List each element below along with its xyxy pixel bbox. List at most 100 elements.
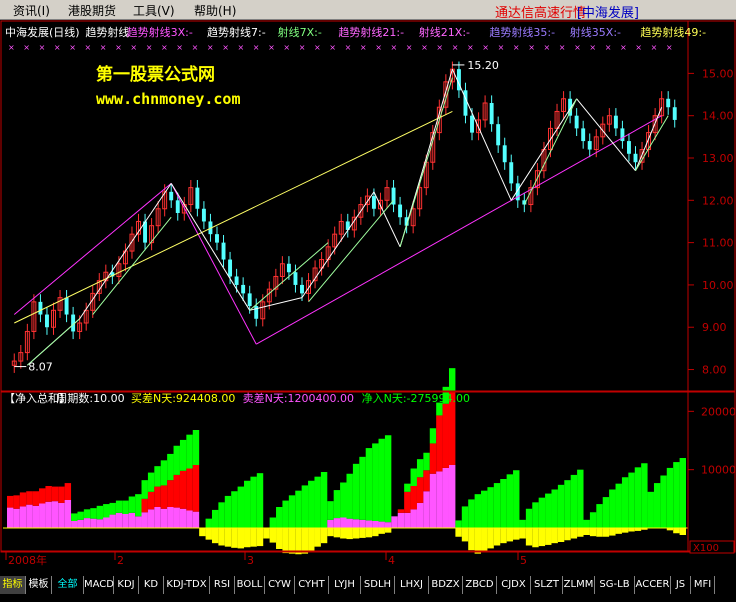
signal-marker: × — [222, 43, 229, 52]
stock-chart[interactable]: 15.20 8.07 8.00 9.00 10.00 11.00 12.00 13.00 14… — [0, 20, 736, 576]
flow-bar-segment — [51, 501, 59, 528]
signal-marker: × — [605, 43, 612, 52]
signal-marker: × — [130, 43, 137, 52]
flow-bar-negative — [199, 528, 206, 537]
indicator-tab[interactable]: MFI — [691, 576, 715, 594]
flow-bar-segment — [7, 507, 14, 528]
signal-marker: × — [528, 43, 535, 52]
candle-down — [496, 124, 501, 146]
indicator-tab[interactable]: BDZX — [429, 576, 463, 594]
menu-item-hk-futures[interactable]: 港股期货 — [68, 2, 116, 19]
indicator-tab[interactable]: 模板 — [26, 576, 52, 594]
price-tick-label: 15.00 — [702, 67, 734, 80]
flow-bar-negative — [525, 528, 533, 546]
candle-down — [581, 128, 586, 142]
indicator-tab[interactable]: RSI — [210, 576, 235, 594]
security-name: [中海发展] — [576, 6, 639, 21]
price-tick-label: 14.00 — [702, 110, 734, 123]
lower-header-item: 买差N天:924408.00 — [131, 391, 235, 405]
flow-bar-negative — [365, 528, 373, 538]
menu-item-info[interactable]: 资讯(I) — [13, 2, 50, 19]
flow-bar-segment — [135, 494, 142, 517]
indicator-tab[interactable]: CJDX — [497, 576, 531, 594]
indicator-tab[interactable]: KDJ-TDX — [164, 576, 210, 594]
flow-bar-segment — [186, 468, 193, 511]
flow-bar-segment — [346, 473, 353, 519]
flow-bar-segment — [359, 456, 366, 520]
menu-item-tools[interactable]: 工具(V) — [133, 2, 175, 19]
flow-bar-segment — [429, 443, 437, 474]
candle-down — [241, 284, 246, 294]
signal-marker: × — [100, 43, 107, 52]
flow-bar-negative — [333, 528, 341, 538]
indicator-tab[interactable]: BOLL — [235, 576, 265, 594]
flow-bar-segment — [538, 497, 546, 528]
indicator-tab[interactable]: KD — [139, 576, 164, 594]
flow-bar-segment — [327, 501, 334, 520]
indicator-tab[interactable]: MACD — [84, 576, 114, 594]
indicator-tab[interactable]: CYHT — [295, 576, 329, 594]
candle-down — [221, 242, 226, 260]
flow-bar-segment — [19, 506, 27, 528]
flow-bar-segment — [58, 502, 65, 528]
indicator-tab[interactable]: ZLMM — [563, 576, 595, 594]
flow-bar-negative — [615, 528, 622, 534]
flow-bar-segment — [32, 505, 40, 528]
indicator-tab[interactable]: ZBCD — [463, 576, 497, 594]
flow-bar-segment — [135, 516, 142, 528]
menu-item-help[interactable]: 帮助(H) — [194, 2, 236, 19]
indicator-tab[interactable]: 指标 — [0, 576, 26, 594]
signal-marker: × — [620, 43, 627, 52]
flow-bar-segment — [653, 483, 661, 528]
flow-bar-segment — [461, 506, 469, 528]
flow-bar-segment — [13, 495, 20, 509]
flow-bar-segment — [7, 495, 14, 508]
flow-tick-label: 10000 — [701, 464, 736, 477]
flow-bar-segment — [448, 368, 456, 392]
lower-header-item: 周期数:10.00 — [56, 392, 124, 405]
watermark-url: www.chnmoney.com — [96, 90, 241, 108]
signal-marker: × — [207, 43, 214, 52]
signal-marker: × — [421, 43, 428, 52]
flow-bar-segment — [500, 479, 507, 528]
flow-bar-segment — [179, 508, 187, 528]
flow-bar-negative — [570, 528, 578, 539]
indicator-tab[interactable]: SLZT — [531, 576, 563, 594]
signal-marker: × — [467, 43, 474, 52]
flow-bar-segment — [250, 476, 257, 528]
flow-bar-segment — [673, 462, 680, 528]
flow-bar-segment — [256, 473, 264, 528]
flow-bar-segment — [141, 480, 148, 499]
signal-marker: × — [452, 43, 459, 52]
flow-bar-segment — [211, 509, 219, 528]
upper-header-item: 趋势射线3X:- — [127, 25, 193, 39]
indicator-tab[interactable]: CYW — [265, 576, 295, 594]
indicator-tab[interactable]: LYJH — [329, 576, 361, 594]
flow-bar-segment — [160, 508, 168, 528]
flow-bar-negative — [673, 528, 680, 534]
flow-bar-negative — [481, 528, 488, 552]
indicator-tab[interactable]: SG-LB — [595, 576, 635, 594]
flow-bar-segment — [660, 475, 667, 528]
flow-bar-segment — [609, 489, 616, 528]
flow-bar-segment — [45, 501, 52, 528]
signal-marker: × — [513, 43, 520, 52]
indicator-tab[interactable]: KDJ — [114, 576, 139, 594]
flow-bar-segment — [436, 415, 443, 472]
signal-marker: × — [23, 43, 30, 52]
indicator-tab[interactable]: JS — [671, 576, 691, 594]
flow-bar-segment — [404, 491, 411, 513]
flow-bar-segment — [64, 483, 72, 500]
indicator-tab[interactable]: ACCER — [635, 576, 671, 594]
upper-header-item: 趋势射线49:- — [640, 25, 706, 39]
signal-marker: × — [436, 43, 443, 52]
candle-down — [234, 276, 239, 285]
indicator-tab[interactable]: SDLH — [361, 576, 395, 594]
candle-down — [666, 98, 671, 108]
signal-marker: × — [8, 43, 15, 52]
indicator-tab[interactable]: 全部 — [52, 576, 84, 594]
signal-marker: × — [375, 43, 382, 52]
indicator-tab[interactable]: LHXJ — [395, 576, 429, 594]
flow-bar-negative — [564, 528, 571, 541]
flow-bar-negative — [551, 528, 558, 544]
